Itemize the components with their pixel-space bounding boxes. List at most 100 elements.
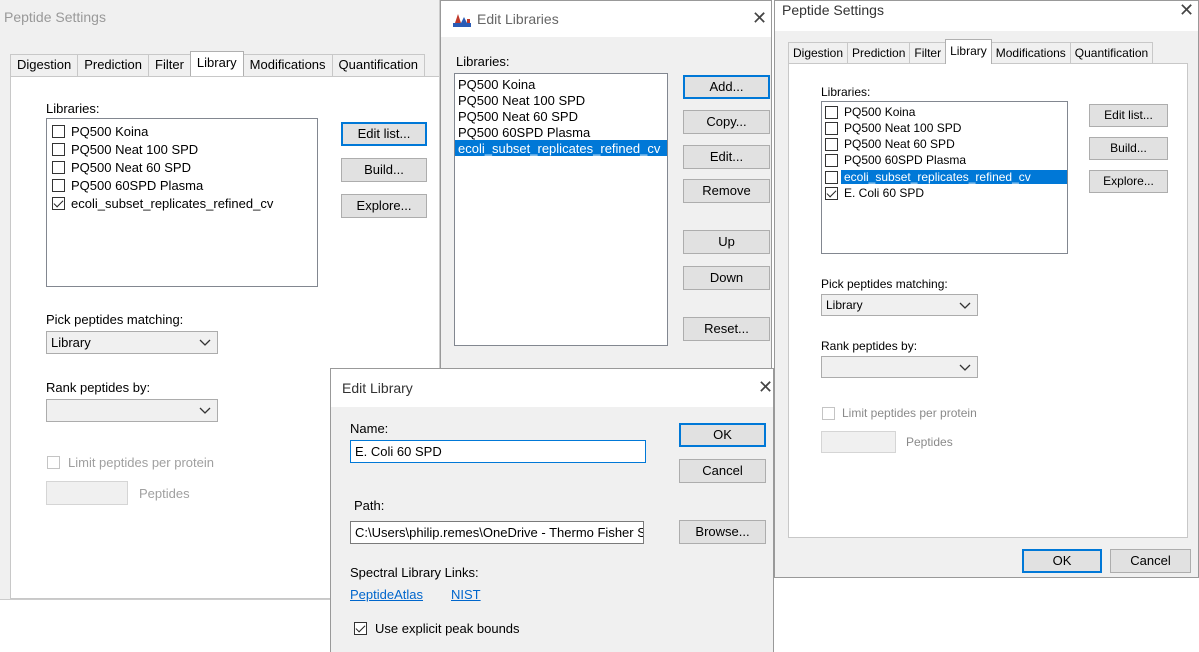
library-checkbox[interactable] [52,160,65,174]
close-icon[interactable]: ✕ [758,378,773,396]
libraries-listbox[interactable]: PQ500 Koina PQ500 Neat 100 SPD PQ500 Nea… [46,118,318,287]
chevron-down-icon [959,360,971,377]
pick-peptides-value: Library [826,298,863,312]
explicit-peak-bounds-checkbox[interactable] [354,622,367,635]
browse-button[interactable]: Browse... [679,520,766,544]
cancel-button[interactable]: Cancel [1110,549,1191,573]
explore-button[interactable]: Explore... [341,194,427,218]
tab-filter[interactable]: Filter [909,42,947,64]
peptides-count-input[interactable] [821,431,896,453]
limit-peptides-checkbox-row[interactable]: Limit peptides per protein [817,406,977,420]
pick-peptides-value: Library [51,335,91,350]
list-item-selected[interactable]: ecoli_subset_replicates_refined_cv [822,169,1067,185]
edit-button[interactable]: Edit... [683,145,770,169]
remove-button[interactable]: Remove [683,179,770,203]
library-checkbox[interactable] [52,142,65,156]
peptides-label: Peptides [906,435,953,449]
build-button[interactable]: Build... [341,158,427,182]
library-checkbox[interactable] [52,178,65,192]
pick-peptides-select[interactable]: Library [821,294,978,316]
down-button[interactable]: Down [683,266,770,290]
library-checkbox[interactable] [52,124,65,138]
limit-peptides-checkbox-row[interactable]: Limit peptides per protein [42,455,214,470]
dialog-title: Edit Library [342,380,413,396]
tab-prediction[interactable]: Prediction [847,42,911,64]
tab-library[interactable]: Library [945,39,992,64]
ok-button[interactable]: OK [1022,549,1102,573]
tab-filter[interactable]: Filter [148,54,191,76]
tab-bar: Digestion Prediction Filter Library Modi… [10,51,426,76]
tab-quantification[interactable]: Quantification [331,54,426,76]
pick-peptides-select[interactable]: Library [46,331,218,354]
library-checkbox[interactable] [825,186,838,200]
pick-peptides-label: Pick peptides matching: [821,277,948,291]
tab-quantification[interactable]: Quantification [1069,42,1154,64]
list-item[interactable]: PQ500 Neat 100 SPD [822,120,1067,136]
list-item[interactable]: PQ500 Neat 60 SPD [455,108,667,124]
library-checkbox[interactable] [825,137,838,151]
peptides-label: Peptides [139,486,190,501]
path-input[interactable]: C:\Users\philip.remes\OneDrive - Thermo … [350,521,644,544]
name-input[interactable]: E. Coli 60 SPD [350,440,646,463]
skyline-app-icon [452,11,472,32]
tab-bar: Digestion Prediction Filter Library Modi… [788,39,1154,64]
chevron-down-icon [199,403,211,420]
list-item[interactable]: PQ500 60SPD Plasma [455,124,667,140]
path-label: Path: [354,498,385,513]
close-icon[interactable]: ✕ [1179,1,1194,19]
explore-button[interactable]: Explore... [1089,170,1168,193]
explicit-peak-bounds-row[interactable]: Use explicit peak bounds [350,621,520,636]
peptides-count-input[interactable] [46,481,128,505]
list-item[interactable]: PQ500 Neat 100 SPD [47,140,317,158]
list-item[interactable]: PQ500 60SPD Plasma [47,176,317,194]
tab-modifications[interactable]: Modifications [990,42,1071,64]
list-item[interactable]: PQ500 Koina [822,104,1067,120]
rank-peptides-select[interactable] [821,356,978,378]
library-checkbox[interactable] [825,153,838,167]
libraries-label: Libraries: [456,54,510,69]
edit-list-button[interactable]: Edit list... [341,122,427,146]
peptideatlas-link[interactable]: PeptideAtlas [350,587,423,602]
list-item[interactable]: E. Coli 60 SPD [822,185,1067,201]
chevron-down-icon [199,335,211,352]
nist-link[interactable]: NIST [451,587,481,602]
tab-library[interactable]: Library [189,51,244,76]
tab-digestion[interactable]: Digestion [788,42,849,64]
build-button[interactable]: Build... [1089,137,1168,160]
library-checkbox[interactable] [825,170,838,184]
list-item-selected[interactable]: ecoli_subset_replicates_refined_cv [455,140,667,156]
list-item[interactable]: PQ500 Koina [47,122,317,140]
list-item[interactable]: PQ500 Neat 100 SPD [455,92,667,108]
chevron-down-icon [959,298,971,315]
list-item[interactable]: ecoli_subset_replicates_refined_cv [47,194,317,212]
list-item[interactable]: PQ500 Koina [455,76,667,92]
libraries-listbox[interactable]: PQ500 Koina PQ500 Neat 100 SPD PQ500 Nea… [821,101,1068,254]
rank-peptides-select[interactable] [46,399,218,422]
list-item[interactable]: PQ500 60SPD Plasma [822,152,1067,168]
library-checkbox[interactable] [825,121,838,135]
library-checkbox[interactable] [52,196,65,210]
tab-modifications[interactable]: Modifications [242,54,333,76]
edit-libraries-dialog: Edit Libraries ✕ Libraries: PQ500 Koina … [440,0,772,380]
limit-peptides-checkbox[interactable] [822,406,835,420]
up-button[interactable]: Up [683,230,770,254]
list-item[interactable]: PQ500 Neat 60 SPD [47,158,317,176]
tab-digestion[interactable]: Digestion [10,54,79,76]
limit-peptides-checkbox[interactable] [47,456,60,469]
reset-button[interactable]: Reset... [683,317,770,341]
rank-peptides-label: Rank peptides by: [821,339,918,353]
close-icon[interactable]: ✕ [752,9,767,27]
limit-peptides-label: Limit peptides per protein [68,455,214,470]
dialog-title: Edit Libraries [477,11,559,27]
library-checkbox[interactable] [825,105,838,119]
edit-list-button[interactable]: Edit list... [1089,104,1168,127]
tab-prediction[interactable]: Prediction [77,54,150,76]
ok-button[interactable]: OK [679,423,766,447]
libraries-listbox[interactable]: PQ500 Koina PQ500 Neat 100 SPD PQ500 Nea… [454,73,668,346]
edit-library-dialog: Edit Library ✕ Name: E. Coli 60 SPD OK C… [330,368,774,652]
cancel-button[interactable]: Cancel [679,459,766,483]
copy-button[interactable]: Copy... [683,110,770,134]
add-button[interactable]: Add... [683,75,770,99]
list-item[interactable]: PQ500 Neat 60 SPD [822,136,1067,152]
libraries-label: Libraries: [821,85,871,99]
